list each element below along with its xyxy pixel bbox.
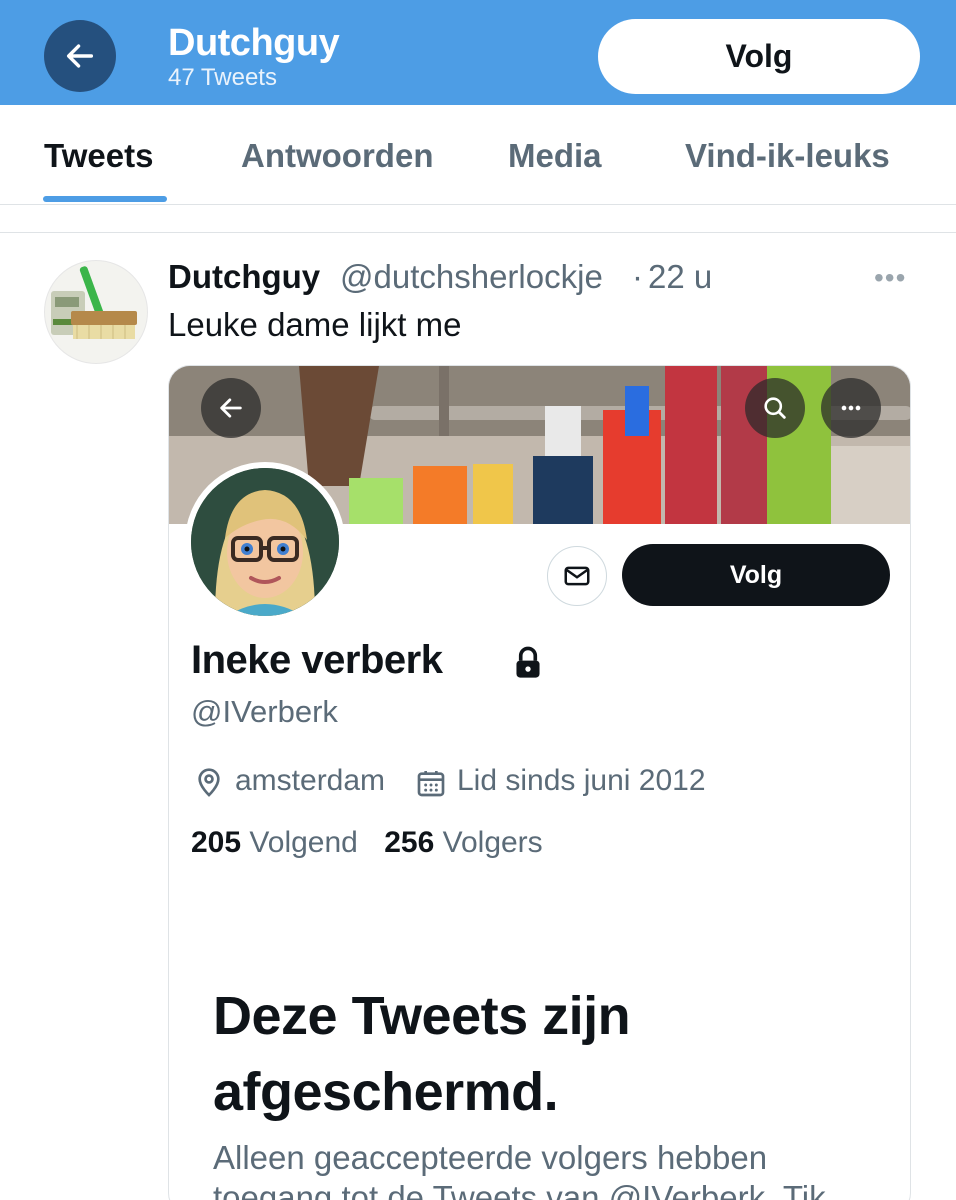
embedded-profile-stats: 205 Volgend 256 Volgers xyxy=(191,826,543,860)
following-label: Volgend xyxy=(249,826,358,859)
scrub-brush-image xyxy=(51,266,137,339)
tweet-time[interactable]: 22 u xyxy=(648,258,712,296)
embedded-profile-avatar xyxy=(185,462,345,622)
back-button[interactable] xyxy=(44,20,116,92)
protected-tweets-title: Deze Tweets zijn afgeschermd. xyxy=(213,986,631,1122)
tab-media[interactable]: Media xyxy=(508,137,602,175)
card-back-button xyxy=(201,378,261,438)
card-more-button xyxy=(821,378,881,438)
tweet-author-name[interactable]: Dutchguy xyxy=(168,258,320,296)
location-pin-icon xyxy=(198,768,220,797)
back-arrow-icon xyxy=(220,398,242,418)
embedded-profile-name: Ineke verberk xyxy=(191,638,443,682)
tab-replies[interactable]: Antwoorden xyxy=(241,137,433,175)
card-search-button xyxy=(745,378,805,438)
embedded-profile-joined: Lid sinds juni 2012 xyxy=(457,764,706,797)
more-icon xyxy=(841,405,861,411)
embedded-profile-location: amsterdam xyxy=(235,764,386,797)
follow-button[interactable]: Volg xyxy=(598,19,920,94)
embedded-follow-button: Volg xyxy=(622,544,890,606)
mail-icon xyxy=(564,566,590,586)
calendar-icon xyxy=(417,771,445,797)
tab-likes[interactable]: Vind-ik-leuks xyxy=(685,137,890,175)
back-arrow-icon xyxy=(66,44,94,68)
embedded-profile-handle: @IVerberk xyxy=(191,694,338,729)
more-horizontal-icon[interactable]: ••• xyxy=(874,262,906,294)
tweet-media-image[interactable]: Volg Ineke verberk @IVerberk amsterdam L… xyxy=(168,365,911,1200)
tweet-text: Leuke dame lijkt me xyxy=(168,306,462,343)
lock-icon xyxy=(516,646,540,678)
tweet-author-handle[interactable]: @dutchsherlockje xyxy=(340,258,603,296)
following-count: 205 xyxy=(191,826,242,859)
message-button xyxy=(547,546,607,606)
divider xyxy=(0,232,956,233)
profile-header: Dutchguy 47 Tweets Volg xyxy=(0,0,956,105)
tweet-count: 47 Tweets xyxy=(168,64,277,91)
protected-tweets-description: Alleen geaccepteerde volgers hebben toeg… xyxy=(213,1139,826,1200)
profile-title: Dutchguy xyxy=(168,22,340,64)
active-tab-indicator xyxy=(43,196,167,202)
tab-tweets[interactable]: Tweets xyxy=(44,137,153,175)
followers-count: 256 xyxy=(384,826,435,859)
search-icon xyxy=(764,397,786,419)
profile-tabs: Tweets Antwoorden Media Vind-ik-leuks xyxy=(0,105,956,205)
tweet-separator: · xyxy=(632,258,643,295)
bitmoji-avatar-image xyxy=(191,468,339,616)
tweet-author-avatar[interactable] xyxy=(44,260,148,364)
followers-label: Volgers xyxy=(442,826,543,859)
